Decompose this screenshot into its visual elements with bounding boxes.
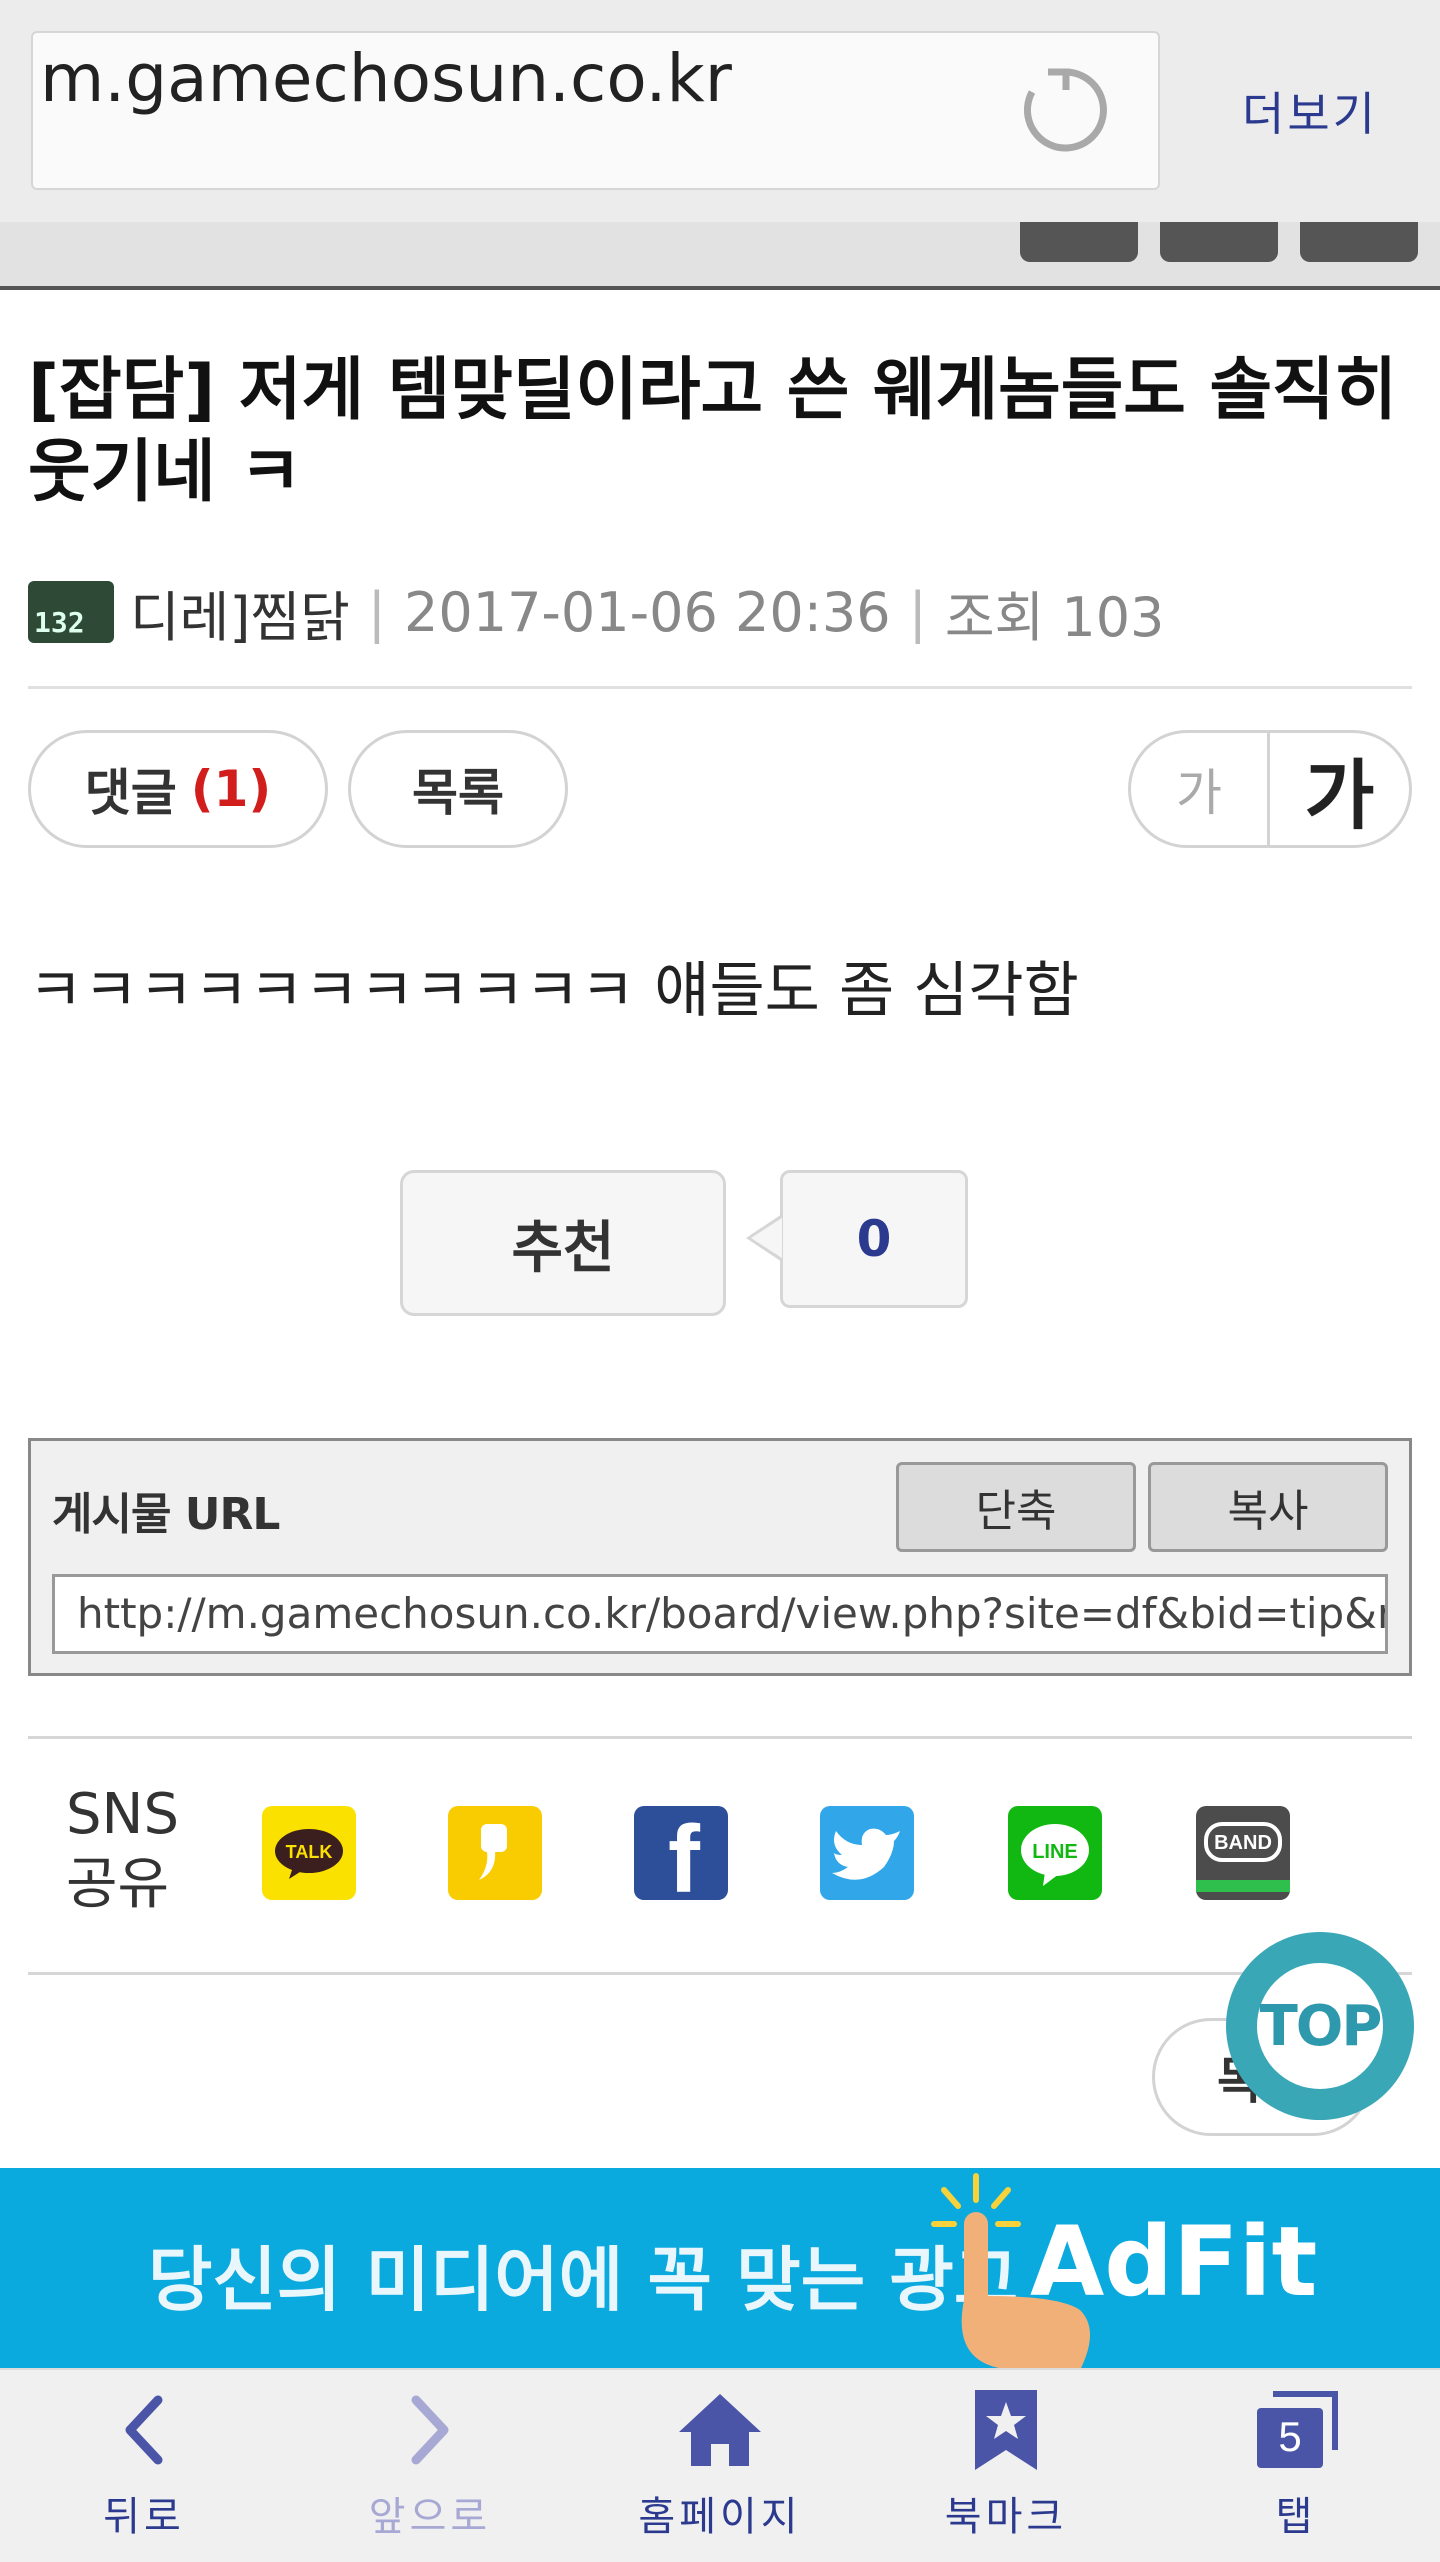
post-url-label: 게시물 URL (52, 1489, 280, 1540)
bookmark-icon (971, 2380, 1041, 2480)
divider (28, 686, 1412, 689)
tabs-icon: 5 (1251, 2380, 1341, 2480)
shorten-url-button[interactable]: 단축 (896, 1462, 1136, 1552)
divider (28, 1972, 1412, 1975)
svg-text:5: 5 (1278, 2413, 1301, 2460)
nav-tabs-label: 탭 (1275, 2494, 1317, 2540)
kakaostory-share-icon[interactable] (448, 1806, 542, 1900)
svg-text:BAND: BAND (1214, 1832, 1272, 1854)
line-share-icon[interactable]: LINE (1008, 1806, 1102, 1900)
meta-separator: | (908, 580, 927, 644)
reload-icon[interactable] (1018, 62, 1114, 158)
more-menu-button[interactable]: 더보기 (1242, 78, 1378, 144)
recommend-arrow-inner (751, 1218, 782, 1258)
nav-tabs-button[interactable]: 5 탭 (1196, 2380, 1396, 2550)
sns-share-label: SNS 공유 (66, 1780, 179, 1920)
site-menu-icon[interactable] (1020, 222, 1138, 262)
post-date: 2017-01-06 20:36 (404, 580, 891, 644)
level-badge-icon: 132 (28, 581, 114, 643)
comments-button[interactable]: 댓글 (1) (28, 730, 328, 848)
font-large-button[interactable]: 가 (1270, 733, 1409, 845)
nav-forward-button[interactable]: 앞으로 (330, 2380, 530, 2550)
post-body: ㅋㅋㅋㅋㅋㅋㅋㅋㅋㅋㅋ 얘들도 좀 심각함 (28, 956, 1079, 1026)
nav-forward-label: 앞으로 (368, 2494, 492, 2540)
home-icon (675, 2380, 765, 2480)
scroll-top-button[interactable]: TOP (1226, 1932, 1414, 2120)
facebook-share-icon[interactable]: f (634, 1806, 728, 1900)
ad-text: 당신의 미디어에 꼭 맞는 광고 (148, 2239, 1019, 2321)
twitter-share-icon[interactable] (820, 1806, 914, 1900)
nav-bookmark-label: 북마크 (944, 2494, 1068, 2540)
band-share-icon[interactable]: BAND (1196, 1806, 1290, 1900)
nav-back-button[interactable]: 뒤로 (44, 2380, 244, 2550)
site-search-icon[interactable] (1160, 222, 1278, 262)
kakaotalk-share-icon[interactable]: TALK (262, 1806, 356, 1900)
nav-bookmark-button[interactable]: 북마크 (906, 2380, 1106, 2550)
recommend-button[interactable]: 추천 (400, 1170, 726, 1316)
divider (28, 1736, 1412, 1739)
nav-back-label: 뒤로 (103, 2494, 185, 2540)
post-meta: 132 디레]찜닭 | 2017-01-06 20:36 | 조회 103 (28, 572, 1164, 652)
nav-home-button[interactable]: 홈페이지 (620, 2380, 820, 2550)
post-author[interactable]: 디레]찜닭 (130, 573, 350, 652)
address-bar-url[interactable]: m.gamechosun.co.kr (40, 40, 732, 117)
sns-label-line2: 공유 (66, 1852, 170, 1917)
svg-text:f: f (668, 1806, 701, 1900)
copy-url-button[interactable]: 복사 (1148, 1462, 1388, 1552)
font-small-button[interactable]: 가 (1131, 733, 1270, 845)
post-title: [잡담] 저게 템맞딜이라고 쓴 웨게놈들도 솔직히 웃기네 ㅋ (28, 351, 1398, 512)
list-button[interactable]: 목록 (348, 730, 568, 848)
chevron-right-icon (400, 2380, 460, 2480)
comments-label: 댓글 (84, 764, 177, 822)
chevron-left-icon (114, 2380, 174, 2480)
scroll-top-label: TOP (1257, 1963, 1383, 2089)
sns-label-line1: SNS (66, 1782, 179, 1847)
svg-text:LINE: LINE (1032, 1841, 1078, 1863)
post-views: 조회 103 (944, 585, 1165, 649)
ad-brand: AdFit (1030, 2206, 1318, 2318)
post-url-field[interactable]: http://m.gamechosun.co.kr/board/view.php… (52, 1574, 1388, 1654)
svg-text:TALK: TALK (286, 1842, 333, 1862)
comments-count: (1) (190, 760, 272, 818)
meta-separator: | (367, 580, 386, 644)
font-size-toggle: 가 가 (1128, 730, 1412, 848)
nav-home-label: 홈페이지 (638, 2494, 802, 2540)
site-write-icon[interactable] (1300, 222, 1418, 262)
recommend-count: 0 (780, 1170, 968, 1308)
